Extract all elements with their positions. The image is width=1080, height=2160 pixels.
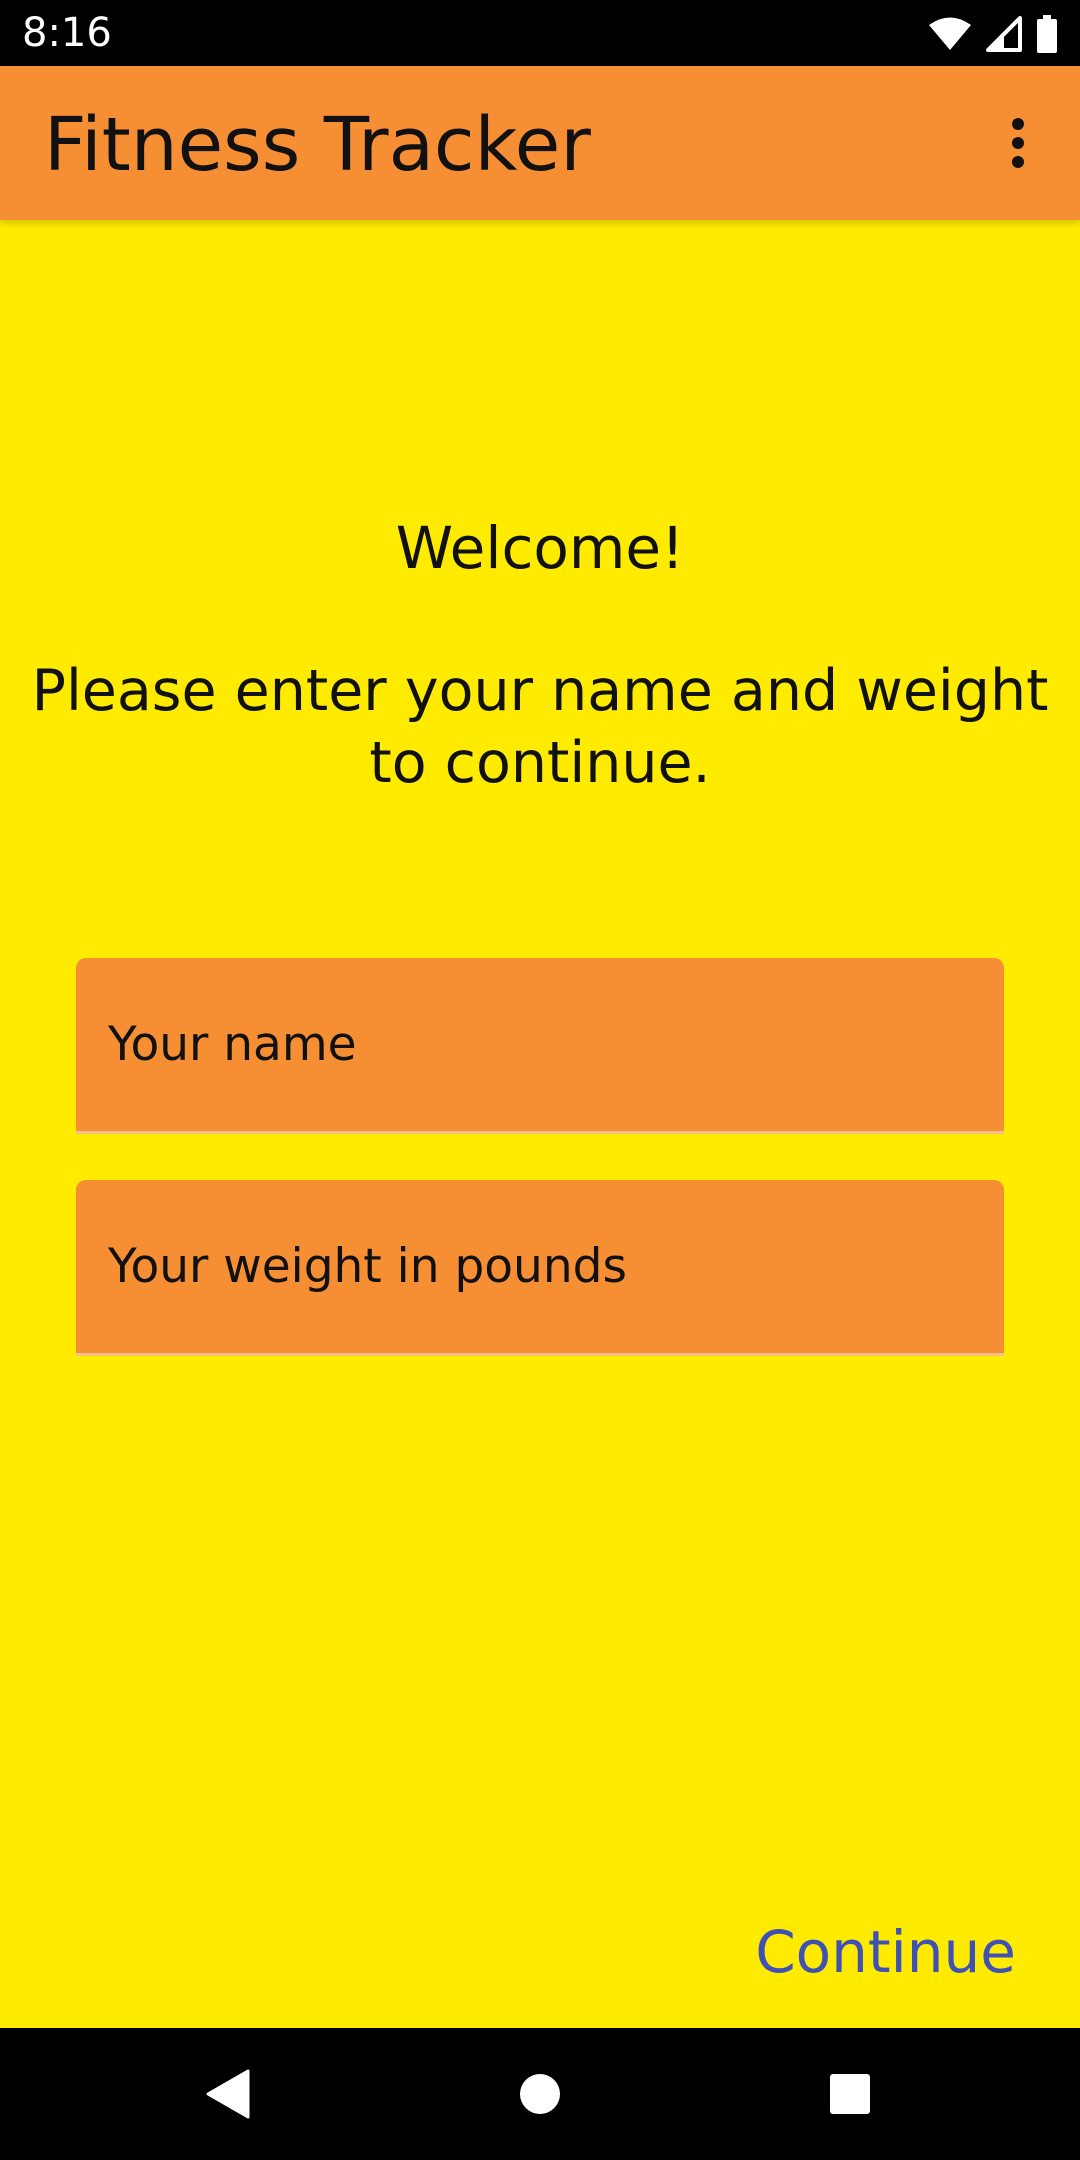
name-field[interactable] bbox=[76, 958, 1004, 1134]
app-title: Fitness Tracker bbox=[44, 102, 591, 188]
instructions-text: Please enter your name and weight to con… bbox=[31, 658, 1049, 796]
wifi-icon bbox=[928, 16, 972, 52]
battery-icon bbox=[1036, 15, 1058, 53]
screen: 8:16 Fitness Tracker Welcome! Please ent… bbox=[0, 0, 1080, 2160]
more-vert-icon[interactable] bbox=[978, 103, 1058, 183]
status-icons bbox=[928, 14, 1058, 54]
home-icon[interactable] bbox=[508, 2062, 572, 2126]
status-bar: 8:16 bbox=[0, 0, 1080, 66]
recents-icon[interactable] bbox=[818, 2062, 882, 2126]
status-time: 8:16 bbox=[22, 10, 112, 56]
navigation-bar bbox=[0, 2028, 1080, 2160]
app-bar: Fitness Tracker bbox=[0, 66, 1080, 220]
weight-input[interactable] bbox=[108, 1230, 968, 1302]
cellular-signal-icon bbox=[986, 16, 1022, 52]
weight-field[interactable] bbox=[76, 1180, 1004, 1356]
name-input[interactable] bbox=[108, 1008, 968, 1080]
welcome-heading: Welcome! bbox=[395, 514, 685, 582]
back-icon[interactable] bbox=[196, 2062, 260, 2126]
continue-button[interactable]: Continue bbox=[755, 1912, 1016, 1992]
